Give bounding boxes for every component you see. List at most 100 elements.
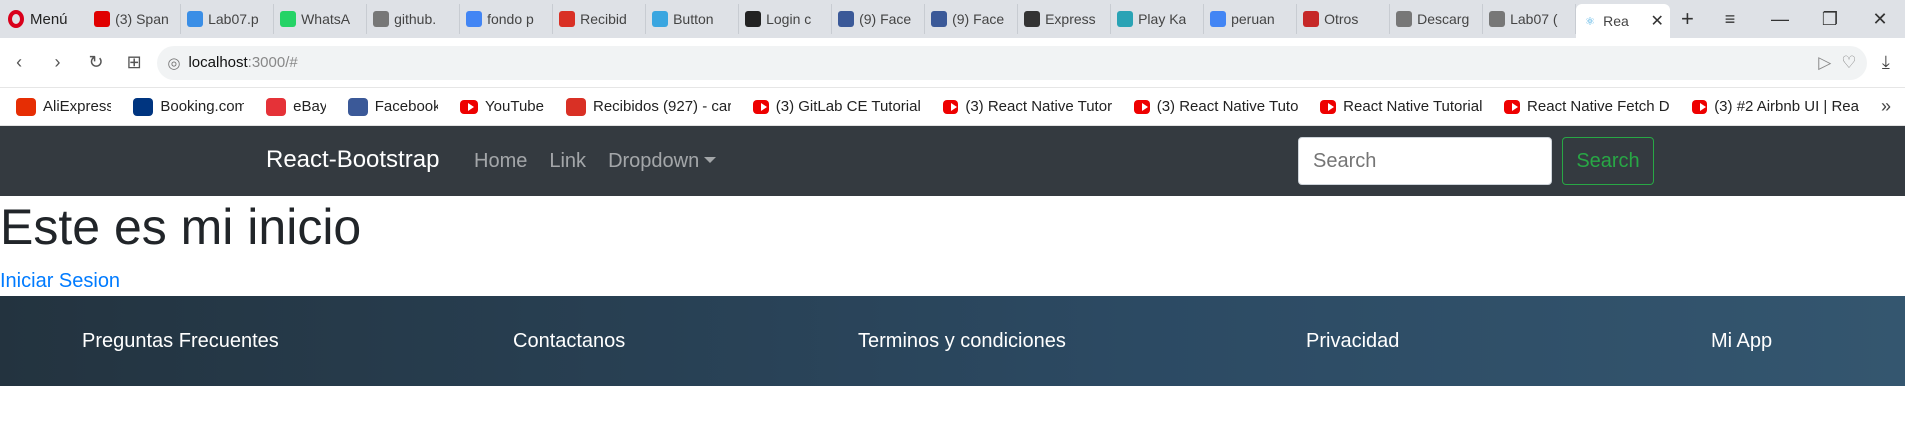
download-icon [1396,11,1413,27]
react-icon: ⚛ [1585,15,1596,28]
youtube-icon [942,99,959,114]
tab-item[interactable]: WhatsA [274,4,368,34]
bookmark-label: Recibidos (927) - carl [592,98,732,115]
bookmark-label: React Native Fetch D [1527,98,1670,115]
search-input[interactable] [1298,137,1552,185]
nav-dropdown[interactable]: Dropdown [608,150,717,173]
tab-label: Otros [1324,11,1359,27]
tab-item[interactable]: Express [1018,4,1112,34]
file-icon [373,11,390,27]
aliexpress-icon [16,97,36,116]
bookmark-label: eBay [293,98,326,115]
bookmark-label: AliExpress [43,98,112,115]
bookmark-item[interactable]: AliExpress [16,97,112,116]
globe-icon: ◎ [167,54,181,72]
bookmark-item[interactable]: Booking.com [133,97,245,116]
new-tab-button[interactable]: + [1670,6,1705,32]
bookmark-item[interactable]: (3) #2 Airbnb UI | Rea [1691,98,1859,115]
speed-dial-icon[interactable]: ⊞ [115,52,153,73]
tab-item[interactable]: Otros [1297,4,1391,34]
file-icon [1489,11,1506,27]
bookmark-label: Booking.com [160,98,245,115]
bookmark-item[interactable]: (3) React Native Tutor [942,98,1112,115]
tab-item[interactable]: Recibid [553,4,647,34]
url-field[interactable]: ◎ localhost:3000/# ▷ ♡ [157,45,1867,80]
tab-item[interactable]: Play Ka [1111,4,1205,34]
tab-label: Lab07.p [208,11,259,27]
close-tab-icon[interactable]: ✕ [1651,11,1664,31]
whatsapp-icon [280,11,297,27]
minimize-icon[interactable]: — [1755,9,1805,30]
bookmark-label: (3) React Native Tuto [1156,98,1299,115]
tab-label: fondo p [487,11,534,27]
browser-tab-strip: Menú (3) Span Lab07.p WhatsA github. fondo p… [0,0,1905,38]
youtube-icon [94,11,111,27]
caret-down-icon [704,157,717,163]
opera-menu-button[interactable]: Menú [0,0,88,38]
app-navbar: React-Bootstrap Home Link Dropdown Searc… [0,126,1905,196]
tab-item[interactable]: Lab07.p [181,4,275,34]
tab-label: (9) Face [952,11,1005,27]
tab-menu-icon[interactable]: ≡ [1705,9,1755,30]
login-link[interactable]: Iniciar Sesion [0,270,120,293]
tab-item[interactable]: peruan [1204,4,1298,34]
tab-label: Login c [766,11,812,27]
tab-item[interactable]: Lab07 ( [1483,4,1577,34]
tab-item[interactable]: github. [367,4,461,34]
restore-icon[interactable]: ❐ [1805,9,1855,30]
bookmark-item[interactable]: (3) GitLab CE Tutorial [753,98,921,115]
tab-active[interactable]: ⚛ Rea ✕ [1576,4,1670,38]
bookmark-item[interactable]: React Native Fetch D [1504,98,1670,115]
tab-item[interactable]: (9) Face [925,4,1019,34]
gmail-icon [559,11,576,27]
opera-logo-icon [8,10,24,28]
address-bar: ‹ › ↻ ⊞ ◎ localhost:3000/# ▷ ♡ ⤓ [0,38,1905,88]
tab-item[interactable]: (3) Span [88,4,182,34]
bookmark-label: (3) GitLab CE Tutorial [775,98,921,115]
send-icon[interactable]: ▷ [1818,53,1831,73]
search-button[interactable]: Search [1562,137,1654,185]
footer-link-contact[interactable]: Contactanos [513,330,625,353]
bookmark-item[interactable]: Recibidos (927) - carl [565,97,732,116]
tab-item[interactable]: Login c [739,4,833,34]
bookmark-item[interactable]: eBay [266,97,326,116]
tab-label: (9) Face [859,11,912,27]
forward-icon[interactable]: › [38,52,76,73]
bookmark-item[interactable]: React Native Tutorial [1320,98,1482,115]
youtube-icon [1691,99,1708,114]
footer-link-faq[interactable]: Preguntas Frecuentes [82,330,279,353]
tab-label: Play Ka [1138,11,1187,27]
bookmark-item[interactable]: (3) React Native Tuto [1134,98,1298,115]
download-icon[interactable]: ⤓ [1867,52,1905,73]
footer-link-privacy[interactable]: Privacidad [1306,330,1399,353]
url-path: :3000/# [247,54,298,71]
express-icon [1024,11,1041,27]
react-icon [652,11,669,27]
ea-icon [745,11,762,27]
kahoot-icon [1117,11,1134,27]
tab-item[interactable]: Descarg [1390,4,1484,34]
bookmark-item[interactable]: Facebook [347,97,438,116]
navbar-brand[interactable]: React-Bootstrap [266,146,439,174]
back-icon[interactable]: ‹ [0,52,38,73]
bookmark-label: (3) #2 Airbnb UI | Rea [1714,98,1859,115]
tab-item[interactable]: fondo p [460,4,554,34]
youtube-icon [1134,99,1150,114]
url-host: localhost [188,54,248,71]
heart-icon[interactable]: ♡ [1841,53,1856,73]
tab-item[interactable]: Button [646,4,740,34]
tab-label: peruan [1231,11,1275,27]
google-icon [466,11,483,27]
google-icon [1210,11,1227,27]
footer-link-terms[interactable]: Terminos y condiciones [858,330,1066,353]
footer-link-app[interactable]: Mi App [1711,330,1772,353]
reload-icon[interactable]: ↻ [77,52,115,73]
more-bookmarks-icon[interactable]: » [1881,96,1891,117]
tab-item[interactable]: (9) Face [832,4,926,34]
nav-link-link[interactable]: Link [549,150,586,173]
nav-link-home[interactable]: Home [474,150,527,173]
bookmark-label: YouTube [485,98,544,115]
bookmark-item[interactable]: YouTube [460,98,544,115]
tab-label: Lab07 ( [1510,11,1558,27]
close-window-icon[interactable]: ✕ [1855,9,1905,30]
